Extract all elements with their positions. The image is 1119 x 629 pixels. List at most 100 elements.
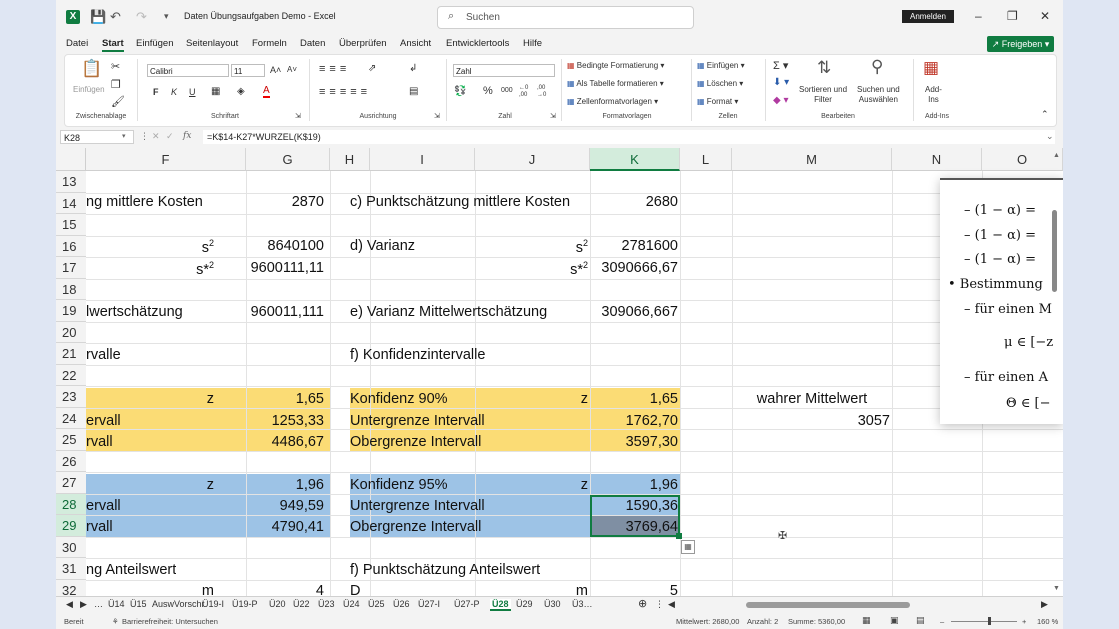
cell-k14[interactable]: 2680 [590, 194, 678, 210]
sheet-tab[interactable]: Ü23 [318, 599, 335, 609]
cell-g14[interactable]: 2870 [246, 194, 324, 210]
sheet-tab[interactable]: Ü24 [343, 599, 360, 609]
minimize-icon[interactable]: – [975, 9, 982, 23]
cell-j32[interactable]: m [475, 583, 588, 596]
row-header-13[interactable]: 13 [56, 171, 86, 193]
row-header-18[interactable]: 18 [56, 278, 86, 300]
sheet-tab[interactable]: Ü20 [269, 599, 286, 609]
cell-f32[interactable]: m [86, 583, 214, 596]
cell-i23[interactable]: Konfidenz 90% [350, 391, 448, 407]
scroll-down-icon[interactable]: ▼ [1053, 585, 1060, 592]
merge-center-icon[interactable]: ▤ [409, 86, 418, 97]
fill-icon[interactable]: ⬇ ▾ [773, 77, 789, 88]
cell-m24[interactable]: 3057 [732, 413, 890, 429]
thousands-button[interactable]: 000 [501, 87, 513, 94]
borders-icon[interactable]: ▦ [211, 86, 220, 97]
page-break-icon[interactable]: ▤ [916, 615, 925, 626]
cell-g27[interactable]: 1,96 [246, 477, 324, 493]
sheet-tab[interactable]: Ü30 [544, 599, 561, 609]
sheet-tab[interactable]: Ü15 [130, 599, 147, 609]
cell-i16[interactable]: d) Varianz [350, 238, 415, 254]
undo-icon[interactable]: ↶ [110, 9, 121, 25]
cell-f29[interactable]: rvall [86, 519, 113, 535]
percent-button[interactable]: % [483, 85, 493, 97]
launcher-icon[interactable]: ⇲ [550, 112, 556, 120]
cell-g28[interactable]: 949,59 [216, 498, 324, 514]
row-header-24[interactable]: 24 [56, 407, 86, 429]
enter-icon[interactable]: ✓ [166, 131, 174, 142]
tab-seitenlayout[interactable]: Seitenlayout [186, 38, 238, 49]
cell-i32[interactable]: D [350, 583, 360, 596]
row-header-27[interactable]: 27 [56, 472, 86, 494]
prev-sheet-icon[interactable]: ◀ [66, 599, 73, 610]
launcher-icon[interactable]: ⇲ [434, 112, 440, 120]
sheet-tab[interactable]: Ü29 [516, 599, 533, 609]
wrap-text-icon[interactable]: ↲ [409, 63, 417, 74]
row-header-26[interactable]: 26 [56, 450, 86, 472]
customize-qat-icon[interactable]: ▾ [164, 11, 169, 22]
save-icon[interactable]: 💾 [90, 9, 106, 25]
column-header-l[interactable]: L [680, 148, 732, 171]
format-as-table-button[interactable]: ▦ Als Tabelle formatieren ▾ [567, 79, 664, 88]
conditional-formatting-button[interactable]: ▦ Bedingte Formatierung ▾ [567, 61, 664, 70]
autosum-icon[interactable]: Σ ▾ [773, 59, 788, 72]
sheet-tab[interactable]: Ü26 [393, 599, 410, 609]
font-name-select[interactable]: Calibri [147, 64, 229, 77]
addins-button[interactable]: Add- Ins [925, 85, 942, 105]
column-header-i[interactable]: I [370, 148, 475, 171]
paste-icon[interactable]: 📋 [81, 59, 102, 79]
cell-m23[interactable]: wahrer Mittelwert [732, 391, 892, 407]
cell-i24[interactable]: Untergrenze Intervall [350, 413, 485, 429]
tab-hilfe[interactable]: Hilfe [523, 38, 542, 49]
delete-cells-button[interactable]: ▦ Löschen ▾ [697, 79, 743, 88]
sheet-tab[interactable]: Ü14 [108, 599, 125, 609]
cell-f25[interactable]: rvall [86, 434, 113, 450]
sheet-tab[interactable]: Ü3… [572, 599, 593, 609]
font-size-select[interactable]: 11 [231, 64, 265, 77]
cell-f17[interactable]: s*2 [86, 260, 214, 278]
zoom-out-icon[interactable]: – [940, 617, 944, 626]
sheet-tab[interactable]: … [94, 599, 103, 609]
cell-i29[interactable]: Obergrenze Intervall [350, 519, 481, 535]
cell-j17[interactable]: s*2 [475, 260, 588, 278]
row-header-32[interactable]: 32 [56, 579, 86, 596]
cell-g19[interactable]: 960011,111 [216, 304, 324, 320]
cell-f21[interactable]: rvalle [86, 347, 121, 363]
cell-i31[interactable]: f) Punktschätzung Anteilswert [350, 562, 540, 578]
cell-k29[interactable]: 3769,64 [590, 519, 678, 535]
tab-options-icon[interactable]: ⋮ [655, 599, 664, 610]
cell-f16[interactable]: s2 [86, 238, 214, 256]
cell-g32[interactable]: 4 [246, 583, 324, 596]
formula-input[interactable]: =K$14-K27*WURZEL(K$19) [203, 130, 1055, 144]
sort-filter-icon[interactable]: ⇅ [817, 58, 831, 78]
cell-f31[interactable]: ng Anteilswert [86, 562, 176, 578]
page-layout-icon[interactable]: ▣ [890, 615, 899, 626]
cancel-icon[interactable]: ✕ [152, 131, 160, 142]
status-accessibility[interactable]: Barrierefreiheit: Untersuchen [122, 617, 218, 626]
zoom-slider-thumb[interactable] [988, 617, 991, 625]
spreadsheet-grid[interactable]: F G H I J K L M N O 13 14 15 16 17 18 19 20 21 22… [56, 148, 1063, 596]
next-sheet-icon[interactable]: ▶ [80, 599, 87, 610]
currency-icon[interactable]: 💱 [454, 86, 466, 97]
insert-cells-button[interactable]: ▦ Einfügen ▾ [697, 61, 745, 70]
vertical-align-icons[interactable]: ≡≡≡ [319, 63, 350, 75]
expand-formula-icon[interactable]: ⌄ [1046, 131, 1054, 142]
column-header-f[interactable]: F [86, 148, 246, 171]
tab-ansicht[interactable]: Ansicht [400, 38, 431, 49]
cell-k25[interactable]: 3597,30 [590, 434, 678, 450]
quick-analysis-icon[interactable]: ▦ [681, 540, 695, 554]
cell-i21[interactable]: f) Konfidenzintervalle [350, 347, 485, 363]
cell-g29[interactable]: 4790,41 [216, 519, 324, 535]
normal-view-icon[interactable]: ▦ [862, 615, 871, 626]
close-icon[interactable]: ✕ [1040, 9, 1050, 23]
cell-f27[interactable]: z [86, 477, 214, 493]
find-select-button[interactable]: Suchen und Auswählen [857, 85, 900, 105]
zoom-level[interactable]: 160 % [1037, 617, 1058, 626]
bold-button[interactable]: F [153, 87, 159, 97]
sheet-tab[interactable]: Ü25 [368, 599, 385, 609]
select-all-corner[interactable] [56, 148, 86, 171]
cell-f14[interactable]: ng mittlere Kosten [86, 194, 203, 210]
cell-i25[interactable]: Obergrenze Intervall [350, 434, 481, 450]
column-header-o[interactable]: O [982, 148, 1063, 171]
hscroll-left-icon[interactable]: ◀ [668, 599, 675, 610]
